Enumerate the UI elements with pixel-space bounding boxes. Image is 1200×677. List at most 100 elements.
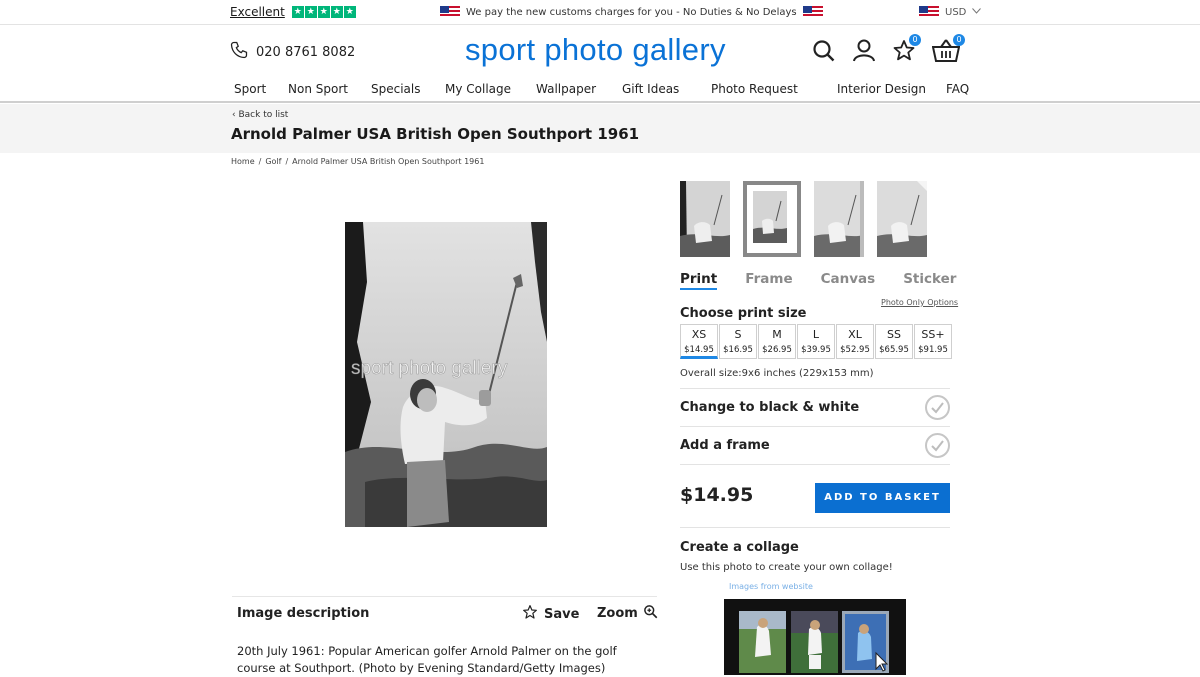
collage-preview-heading: Images from website	[729, 582, 813, 591]
phone-number[interactable]: 020 8761 8082	[256, 45, 355, 60]
watermark: sport photo gallery	[351, 358, 508, 380]
image-description: Image description Save Zoom 20th July 19…	[232, 596, 658, 675]
site-logo[interactable]: sport photo gallery	[465, 32, 726, 68]
title-band: ‹ Back to list Arnold Palmer USA British…	[0, 104, 1200, 153]
wishlist-count-badge: 0	[909, 34, 921, 46]
tab-sticker[interactable]: Sticker	[903, 271, 956, 290]
size-price: $26.95	[762, 345, 792, 355]
add-frame-option[interactable]: Add a frame	[680, 426, 950, 464]
chevron-left-icon: ‹	[232, 110, 236, 120]
nav-item-interior-design[interactable]: Interior Design	[837, 82, 926, 96]
collage-subtext: Use this photo to create your own collag…	[680, 562, 893, 573]
size-price: $52.95	[840, 345, 870, 355]
chevron-down-icon	[972, 7, 982, 17]
main-photo[interactable]: sport photo gallery	[345, 222, 547, 527]
breadcrumb-golf[interactable]: Golf	[265, 157, 281, 166]
header-icons: 0 0	[812, 34, 965, 64]
breadcrumb: Home / Golf / Arnold Palmer USA British …	[231, 157, 485, 166]
wishlist-star-icon[interactable]: 0	[892, 34, 921, 64]
phone-contact[interactable]: 020 8761 8082	[230, 41, 355, 63]
photo-only-options-link[interactable]: Photo Only Options	[881, 298, 958, 307]
size-option-m[interactable]: M $26.95	[758, 324, 796, 359]
add-to-basket-button[interactable]: ADD TO BASKET	[815, 483, 950, 513]
star-outline-icon	[522, 604, 538, 624]
nav-item-non-sport[interactable]: Non Sport	[288, 82, 348, 96]
user-icon[interactable]	[852, 38, 876, 64]
product-price: $14.95	[680, 484, 754, 506]
zoom-icon	[643, 604, 658, 623]
promo-text: We pay the new customs charges for you -…	[466, 6, 797, 18]
size-label: L	[812, 328, 820, 341]
size-price: $65.95	[879, 345, 909, 355]
collage-thumb-football	[791, 611, 838, 673]
nav-item-my-collage[interactable]: My Collage	[445, 82, 511, 96]
collage-thumb-cricket	[739, 611, 786, 673]
phone-icon	[230, 41, 248, 63]
us-flag-icon	[802, 6, 823, 18]
customs-promo: We pay the new customs charges for you -…	[440, 6, 823, 18]
black-white-option[interactable]: Change to black & white	[680, 388, 950, 426]
basket-count-badge: 0	[953, 34, 965, 46]
back-label: Back to list	[238, 110, 289, 120]
thumb-print[interactable]	[680, 181, 730, 257]
collage-thumb-selected	[842, 611, 889, 673]
tab-frame[interactable]: Frame	[745, 271, 792, 290]
nav-item-sport[interactable]: Sport	[234, 82, 266, 96]
star-icon: ★	[304, 6, 317, 18]
nav-item-photo-request[interactable]: Photo Request	[711, 82, 798, 96]
collage-preview-frame	[724, 599, 906, 675]
size-option-ss[interactable]: SS $65.95	[875, 324, 913, 359]
size-price: $14.95	[684, 345, 714, 355]
size-option-l[interactable]: L $39.95	[797, 324, 835, 359]
us-flag-icon	[440, 6, 460, 18]
currency-selector[interactable]: USD	[919, 6, 982, 18]
size-label: SS	[887, 328, 901, 341]
back-to-list-link[interactable]: ‹ Back to list	[232, 110, 288, 120]
size-option-xs[interactable]: XS $14.95	[680, 324, 718, 359]
page-title: Arnold Palmer USA British Open Southport…	[231, 125, 640, 143]
star-icon: ★	[291, 6, 304, 18]
breadcrumb-current: Arnold Palmer USA British Open Southport…	[292, 157, 485, 166]
thumb-sticker[interactable]	[877, 181, 927, 257]
collage-heading: Create a collage	[680, 540, 799, 555]
nav-item-specials[interactable]: Specials	[371, 82, 421, 96]
us-flag-icon	[919, 6, 939, 18]
search-icon[interactable]	[812, 38, 836, 64]
size-label: S	[734, 328, 742, 341]
size-option-s[interactable]: S $16.95	[719, 324, 757, 359]
check-circle-icon[interactable]	[925, 433, 950, 458]
tab-canvas[interactable]: Canvas	[821, 271, 876, 290]
price-bar: $14.95 ADD TO BASKET	[680, 464, 950, 528]
breadcrumb-home[interactable]: Home	[231, 157, 255, 166]
tab-print[interactable]: Print	[680, 271, 718, 290]
check-circle-icon[interactable]	[925, 395, 950, 420]
size-label: M	[772, 328, 782, 341]
basket-icon[interactable]: 0	[931, 34, 965, 64]
thumb-canvas[interactable]	[814, 181, 864, 257]
star-icon: ★	[343, 6, 356, 18]
product-type-thumbnails	[680, 181, 927, 257]
star-icon: ★	[330, 6, 343, 18]
size-label: XS	[691, 328, 707, 341]
size-label: SS+	[921, 328, 945, 341]
trustpilot-rating[interactable]: Excellent ★ ★ ★ ★ ★	[230, 5, 356, 19]
add-frame-label: Add a frame	[680, 438, 770, 453]
product-type-tabs: Print Frame Canvas Sticker	[680, 271, 984, 290]
nav-item-faq[interactable]: FAQ	[946, 82, 969, 96]
thumb-frame[interactable]	[743, 181, 801, 257]
site-header: 020 8761 8082 sport photo gallery 0 0	[0, 25, 1200, 77]
nav-item-gift-ideas[interactable]: Gift Ideas	[622, 82, 679, 96]
size-price: $39.95	[801, 345, 831, 355]
size-option-xl[interactable]: XL $52.95	[836, 324, 874, 359]
size-price: $91.95	[918, 345, 948, 355]
trustpilot-label[interactable]: Excellent	[230, 5, 285, 19]
save-button[interactable]: Save	[522, 604, 579, 624]
black-white-label: Change to black & white	[680, 400, 860, 415]
description-text: 20th July 1961: Popular American golfer …	[237, 644, 617, 675]
size-label: XL	[848, 328, 862, 341]
zoom-button[interactable]: Zoom	[597, 604, 658, 623]
collage-preview[interactable]: Images from website	[724, 580, 906, 675]
size-option-ss-plus[interactable]: SS+ $91.95	[914, 324, 952, 359]
nav-item-wallpaper[interactable]: Wallpaper	[536, 82, 596, 96]
main-nav: Sport Non Sport Specials My Collage Wall…	[0, 78, 1200, 103]
